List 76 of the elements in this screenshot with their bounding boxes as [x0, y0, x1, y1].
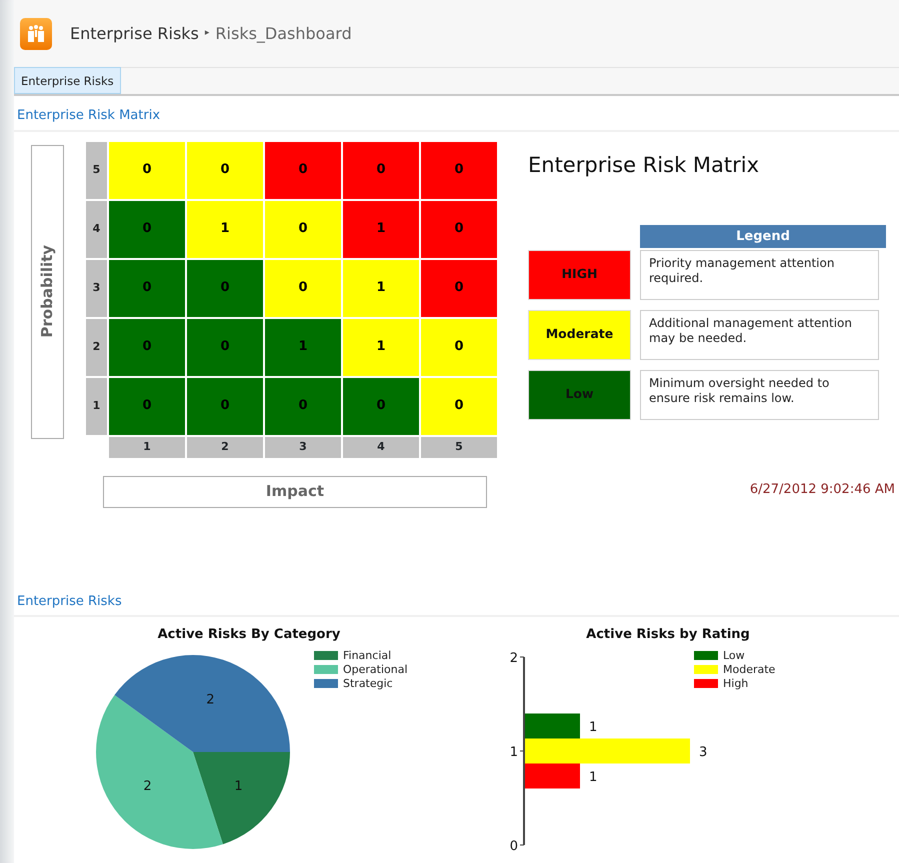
tab[interactable]: Enterprise Risks — [14, 67, 121, 94]
legend-swatch — [694, 679, 718, 688]
legend-swatch — [694, 651, 718, 660]
matrix-cell: 0 — [343, 378, 419, 434]
matrix-cell: 0 — [109, 260, 185, 316]
section-title[interactable]: Enterprise Risk Matrix — [14, 96, 899, 132]
page-title: Risks_Dashboard — [215, 22, 352, 45]
row-label: 1 — [86, 378, 107, 434]
matrix-cell: 0 — [187, 318, 263, 376]
column-label: 2 — [187, 436, 263, 458]
breadcrumb-separator: ▸ — [204, 26, 210, 40]
matrix-cell: 0 — [109, 378, 185, 434]
impact-axis-label: Impact — [103, 476, 487, 508]
tick-label: 1 — [510, 744, 518, 760]
matrix-cell: 0 — [187, 378, 263, 434]
data-label: 1 — [589, 720, 598, 734]
legend-swatch — [694, 665, 718, 674]
column-label: 1 — [109, 436, 185, 458]
matrix-cell: 0 — [109, 200, 185, 258]
legend-label: Low — [723, 648, 745, 662]
probability-axis-label: Probability — [37, 245, 58, 338]
data-label: 1 — [589, 770, 598, 784]
matrix-cell: 0 — [421, 318, 497, 376]
matrix-cell: 1 — [187, 200, 263, 258]
matrix-cell: 0 — [421, 142, 497, 198]
data-label: 2 — [206, 692, 215, 707]
row-label: 2 — [86, 318, 107, 376]
legend-label: High — [723, 676, 748, 690]
legend-swatch: HIGH — [528, 250, 631, 300]
column-label: 3 — [265, 436, 341, 458]
legend-swatch: Low — [528, 370, 631, 420]
tick-label: 0 — [510, 838, 518, 854]
row-label: 3 — [86, 260, 107, 316]
matrix-cell: 0 — [187, 142, 263, 198]
matrix-cell: 0 — [265, 260, 341, 316]
legend-label: Moderate — [723, 662, 776, 676]
legend-swatch — [314, 665, 338, 674]
data-label: 3 — [699, 744, 708, 760]
legend-description: Minimum oversight needed to ensure risk remains low. — [640, 370, 879, 420]
legend-header: Legend — [640, 224, 886, 248]
matrix-cell: 0 — [265, 378, 341, 434]
column-label: 4 — [343, 436, 419, 458]
legend-swatch — [314, 679, 338, 688]
matrix-cell: 0 — [109, 318, 185, 376]
matrix-cell: 1 — [265, 318, 341, 376]
legend-swatch — [314, 651, 338, 660]
matrix-cell: 0 — [421, 200, 497, 258]
tick-label: 2 — [510, 650, 518, 666]
row-label: 5 — [86, 142, 107, 198]
legend-label: Strategic — [343, 676, 393, 690]
matrix-cell: 0 — [421, 260, 497, 316]
breadcrumb-link[interactable]: Enterprise Risks — [70, 22, 199, 46]
column-label: 5 — [421, 436, 497, 458]
legend-description: Priority management attention required. — [640, 250, 879, 300]
row-label: 4 — [86, 200, 107, 258]
timestamp: 6/27/2012 9:02:46 AM — [748, 480, 896, 498]
matrix-cell: 0 — [265, 200, 341, 258]
matrix-cell: 1 — [343, 200, 419, 258]
site-logo-icon[interactable] — [20, 18, 52, 50]
matrix-cell: 0 — [343, 142, 419, 198]
matrix-cell: 0 — [187, 260, 263, 316]
legend-swatch: Moderate — [528, 310, 631, 360]
chart-title: Active Risks by Rating — [585, 626, 751, 644]
legend-label: Financial — [343, 648, 392, 662]
matrix-cell: 0 — [265, 142, 341, 198]
matrix-cell: 0 — [109, 142, 185, 198]
matrix-cell: 1 — [343, 260, 419, 316]
section-title[interactable]: Enterprise Risks — [14, 582, 899, 617]
data-label: 1 — [234, 778, 243, 794]
data-label: 2 — [143, 778, 152, 794]
matrix-cell: 1 — [343, 318, 419, 376]
chart-title: Active Risks By Category — [156, 626, 342, 644]
legend-description: Additional management attention may be needed. — [640, 310, 879, 360]
legend-label: Operational — [343, 662, 408, 676]
matrix-heading: Enterprise Risk Matrix — [528, 152, 760, 178]
matrix-cell: 0 — [421, 378, 497, 434]
